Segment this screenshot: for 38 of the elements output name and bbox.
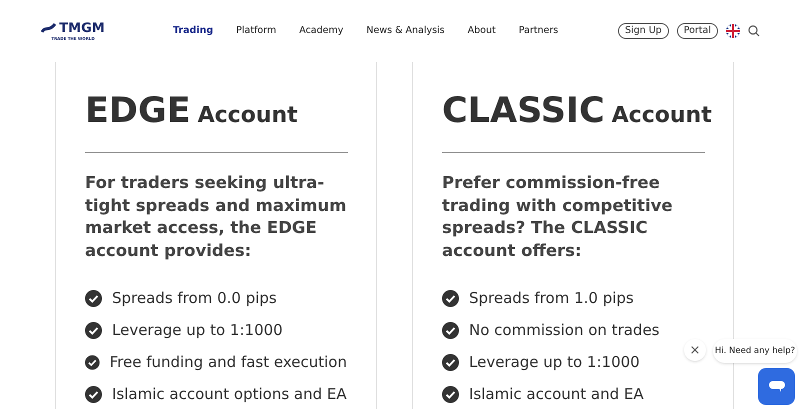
- feature-text: Islamic account and EA: [469, 384, 644, 405]
- check-icon: [85, 354, 100, 370]
- account-label: Account: [198, 102, 298, 130]
- check-icon: [442, 290, 459, 306]
- check-icon: [85, 290, 102, 306]
- feature-text: Leverage up to 1:1000: [112, 320, 283, 341]
- nav-link[interactable]: Academy: [299, 24, 344, 38]
- feature-text: No commission on trades: [469, 320, 660, 341]
- nav-link[interactable]: Trading: [173, 24, 214, 38]
- nav-link[interactable]: About: [468, 24, 496, 38]
- feature-text: Leverage up to 1:1000: [469, 352, 640, 373]
- account-name: EDGE: [85, 94, 191, 129]
- account-name: CLASSIC: [442, 94, 605, 129]
- nav-link[interactable]: News & Analysis: [366, 24, 445, 38]
- account-description: Prefer commission-free trading with competitive spreads? The CLASSIC account offers:: [442, 172, 674, 262]
- nav-link[interactable]: Platform: [236, 24, 276, 38]
- check-icon: [85, 386, 102, 402]
- close-button[interactable]: ×: [684, 339, 706, 361]
- check-icon: [442, 354, 459, 370]
- feature-text: Spreads from 0.0 pips: [112, 288, 277, 309]
- logo-icon: [41, 22, 58, 34]
- chat-button[interactable]: [758, 368, 795, 405]
- check-icon: [442, 386, 459, 402]
- check-icon: [442, 322, 459, 338]
- feature-text: Spreads from 1.0 pips: [469, 288, 634, 309]
- header-button[interactable]: Sign Up: [618, 23, 669, 39]
- chat-icon: [768, 380, 784, 392]
- header-button[interactable]: Portal: [676, 23, 718, 39]
- nav-link[interactable]: Partners: [518, 24, 558, 38]
- feature-text: Islamic account options and EA: [112, 384, 347, 405]
- chat-bubble[interactable]: Hi. Need any help?: [713, 339, 797, 363]
- feature-text: Free funding and fast execution: [110, 352, 347, 373]
- search-icon[interactable]: [748, 25, 760, 37]
- logo-wordmark: TMGM: [59, 22, 105, 34]
- account-description: For traders seeking ultra-tight spreads and maximum market access, the EDGE account provides:: [85, 172, 348, 262]
- check-icon: [85, 322, 102, 338]
- flag-icon[interactable]: [726, 24, 740, 38]
- account-label: Account: [612, 102, 712, 130]
